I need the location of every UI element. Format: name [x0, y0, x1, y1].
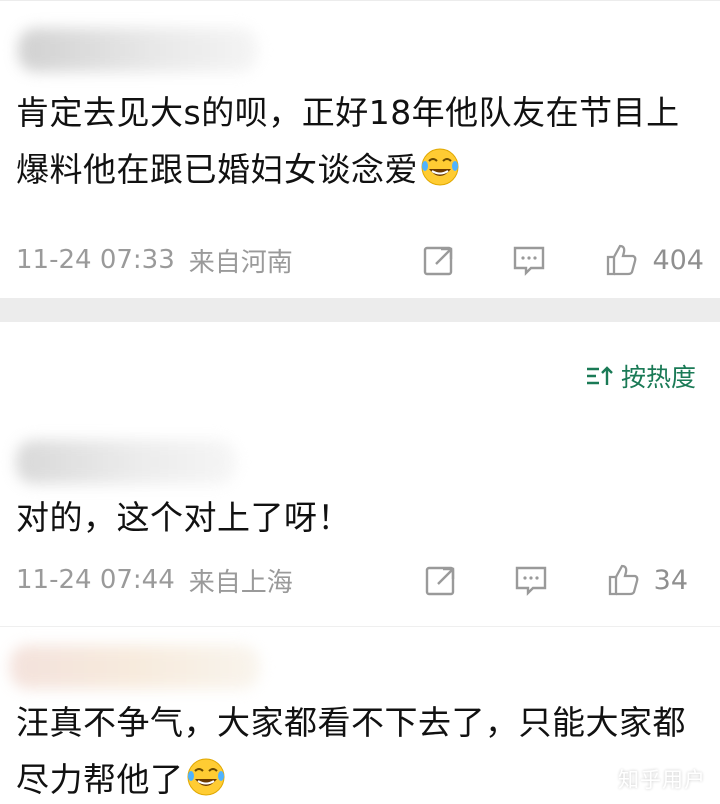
comment-divider — [0, 626, 720, 627]
comment-feed: 肯定去见大s的呗，正好18年他队友在节目上爆料他在跟已婚妇女谈念爱 11-24 … — [0, 0, 720, 804]
comment-text: 对的，这个对上了呀！ — [16, 489, 696, 546]
comment-body: 对的，这个对上了呀！ — [16, 498, 351, 537]
section-separator — [0, 298, 720, 322]
sort-icon — [586, 366, 613, 385]
blurred-username — [10, 645, 260, 689]
thumbs-up-icon — [604, 243, 638, 277]
comment-meta: 11-24 07:33 来自河南 404 — [16, 240, 704, 280]
tears-of-joy-emoji — [420, 147, 460, 187]
comment-text: 汪真不争气，大家都看不下去了，只能大家都尽力帮他了 — [16, 694, 696, 804]
comment-body: 肯定去见大s的呗，正好18年他队友在节目上爆料他在跟已婚妇女谈念爱 — [16, 93, 680, 189]
blurred-username — [16, 440, 236, 484]
like-button[interactable]: 34 — [606, 563, 688, 597]
like-count: 404 — [652, 244, 704, 276]
sort-by-heat-button[interactable]: 按热度 — [585, 358, 696, 394]
comment-time: 11-24 07:44 — [16, 565, 175, 595]
share-icon[interactable] — [422, 243, 456, 277]
watermark: 知乎用户 — [618, 768, 706, 792]
comment-text: 肯定去见大s的呗，正好18年他队友在节目上爆料他在跟已婚妇女谈念爱 — [16, 84, 696, 198]
share-icon[interactable] — [424, 563, 458, 597]
comment-actions: 404 — [422, 240, 704, 280]
comment-body: 汪真不争气，大家都看不下去了，只能大家都尽力帮他了 — [16, 703, 686, 799]
sort-label: 按热度 — [620, 363, 696, 392]
comment-location: 来自上海 — [188, 567, 293, 598]
like-button[interactable]: 404 — [604, 243, 704, 277]
comment-meta: 11-24 07:44 来自上海 34 — [16, 560, 704, 600]
crying-laughing-emoji — [186, 757, 226, 797]
like-count: 34 — [653, 564, 688, 596]
comment-actions: 34 — [424, 560, 704, 600]
comment-icon[interactable] — [514, 563, 548, 597]
comment-location: 来自河南 — [188, 247, 293, 278]
top-divider — [0, 0, 720, 1]
comment-icon[interactable] — [512, 243, 546, 277]
comment-time: 11-24 07:33 — [16, 245, 175, 275]
thumbs-up-icon — [606, 563, 640, 597]
blurred-username — [18, 28, 258, 72]
